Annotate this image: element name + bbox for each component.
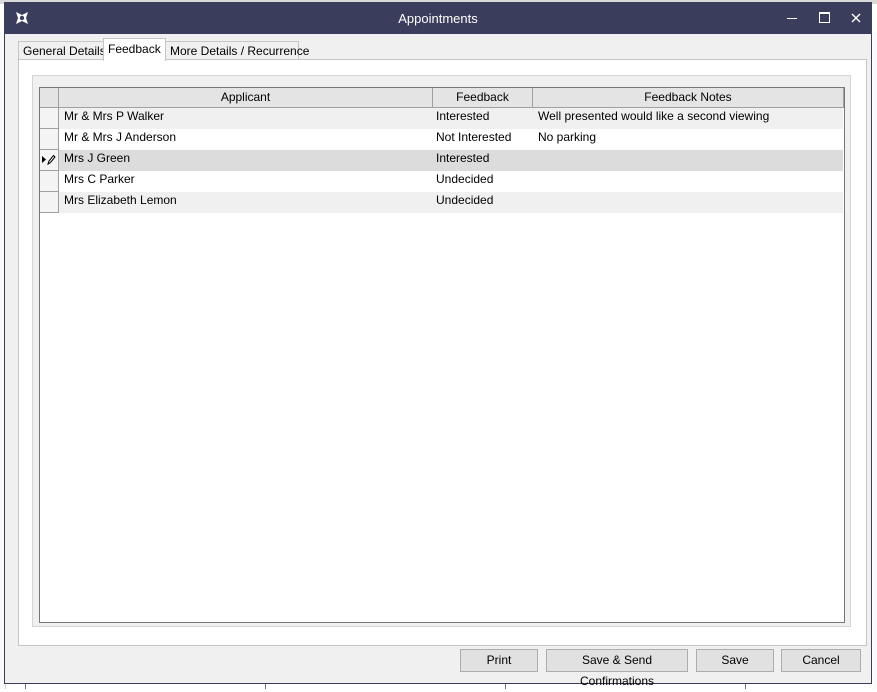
feedback-cell[interactable]: Not Interested bbox=[436, 129, 532, 150]
appointments-window: Appointments General Details Feedback Mo… bbox=[4, 2, 872, 688]
applicant-cell[interactable]: Mrs C Parker bbox=[64, 171, 430, 192]
grid-header: Applicant Feedback Feedback Notes bbox=[40, 88, 844, 108]
feedback-panel: Applicant Feedback Feedback Notes Mr & M… bbox=[32, 75, 851, 627]
cancel-button[interactable]: Cancel bbox=[781, 649, 861, 672]
applicant-cell[interactable]: Mrs J Green bbox=[64, 150, 430, 171]
applicant-cell[interactable]: Mrs Elizabeth Lemon bbox=[64, 192, 430, 213]
feedback-notes-cell[interactable]: Well presented would like a second viewi… bbox=[538, 108, 838, 129]
table-row-selected[interactable]: Mrs J Green Interested bbox=[40, 150, 843, 171]
feedback-notes-cell[interactable]: No parking bbox=[538, 129, 838, 150]
applicant-cell[interactable]: Mr & Mrs P Walker bbox=[64, 108, 430, 129]
feedback-notes-cell[interactable] bbox=[538, 192, 838, 213]
tab-more-details-recurrence[interactable]: More Details / Recurrence bbox=[165, 41, 309, 60]
table-row[interactable]: Mr & Mrs J Anderson Not Interested No pa… bbox=[40, 129, 843, 150]
row-header[interactable] bbox=[40, 108, 59, 129]
column-header-feedback[interactable]: Feedback bbox=[433, 88, 533, 107]
row-header[interactable] bbox=[40, 171, 59, 192]
feedback-notes-cell[interactable] bbox=[538, 171, 838, 192]
feedback-cell[interactable]: Interested bbox=[436, 108, 532, 129]
column-header-feedback-notes[interactable]: Feedback Notes bbox=[533, 88, 844, 107]
feedback-cell[interactable]: Interested bbox=[436, 150, 532, 171]
feedback-tab-page: Applicant Feedback Feedback Notes Mr & M… bbox=[18, 59, 867, 646]
tab-feedback[interactable]: Feedback bbox=[103, 38, 166, 61]
edit-pencil-icon bbox=[42, 153, 56, 170]
save-button[interactable]: Save bbox=[696, 649, 774, 672]
table-row[interactable]: Mrs Elizabeth Lemon Undecided bbox=[40, 192, 843, 213]
minimize-button[interactable] bbox=[776, 3, 808, 34]
applicant-cell[interactable]: Mr & Mrs J Anderson bbox=[64, 129, 430, 150]
feedback-notes-cell[interactable] bbox=[538, 150, 838, 171]
tab-general-details[interactable]: General Details bbox=[18, 41, 106, 60]
background-app-right bbox=[873, 32, 877, 689]
row-header[interactable] bbox=[40, 150, 59, 171]
table-row[interactable]: Mrs C Parker Undecided bbox=[40, 171, 843, 192]
window-title: Appointments bbox=[398, 11, 478, 26]
save-send-confirmations-button[interactable]: Save & Send Confirmations bbox=[546, 649, 688, 688]
table-row[interactable]: Mr & Mrs P Walker Interested Well presen… bbox=[40, 108, 843, 129]
row-header[interactable] bbox=[40, 192, 59, 213]
close-icon bbox=[851, 12, 861, 26]
print-button[interactable]: Print bbox=[460, 649, 538, 672]
close-button[interactable] bbox=[840, 3, 872, 34]
column-header-applicant[interactable]: Applicant bbox=[59, 88, 433, 107]
row-header-corner bbox=[40, 88, 59, 107]
minimize-icon bbox=[787, 12, 797, 26]
maximize-icon bbox=[818, 11, 830, 26]
row-header[interactable] bbox=[40, 129, 59, 150]
feedback-cell[interactable]: Undecided bbox=[436, 192, 532, 213]
title-bar[interactable]: Appointments bbox=[5, 3, 871, 34]
feedback-grid[interactable]: Applicant Feedback Feedback Notes Mr & M… bbox=[39, 87, 845, 623]
maximize-button[interactable] bbox=[808, 3, 840, 34]
feedback-cell[interactable]: Undecided bbox=[436, 171, 532, 192]
